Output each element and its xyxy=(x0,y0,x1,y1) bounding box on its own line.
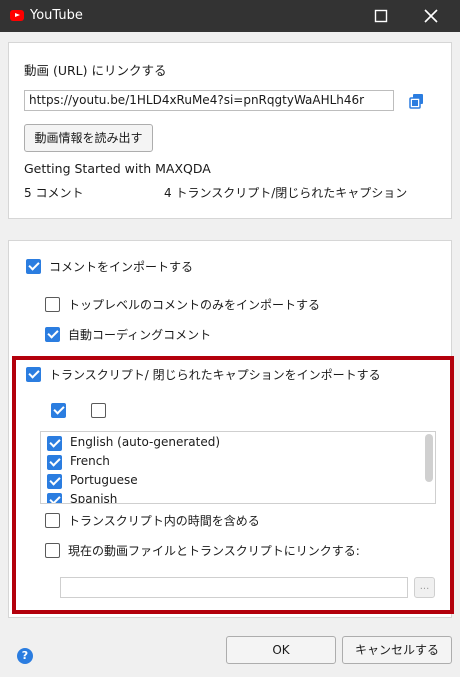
title-bar: YouTube xyxy=(0,0,460,32)
language-name: French xyxy=(70,454,110,468)
help-icon[interactable]: ? xyxy=(17,648,33,664)
read-video-info-button[interactable]: 動画情報を読み出す xyxy=(24,124,153,152)
maximize-button[interactable] xyxy=(358,0,404,32)
import-comments-label: コメントをインポートする xyxy=(49,260,194,274)
close-icon xyxy=(424,9,438,23)
auto-code-label: 自動コーディングコメント xyxy=(68,328,212,342)
include-times-checkbox[interactable] xyxy=(45,513,60,528)
language-name: Spanish xyxy=(70,492,118,504)
auto-code-checkbox[interactable] xyxy=(45,327,60,342)
transcripts-count: 4 トランスクリプト/閉じられたキャプション xyxy=(164,186,408,200)
language-list[interactable]: English (auto-generated) French Portugue… xyxy=(40,431,436,504)
comments-count: 5 コメント xyxy=(24,186,84,200)
select-all-languages-checkbox[interactable] xyxy=(51,403,66,418)
copy-icon[interactable] xyxy=(409,93,425,109)
language-name: English (auto-generated) xyxy=(70,435,221,449)
youtube-logo-icon xyxy=(10,10,24,21)
select-none-languages-checkbox[interactable] xyxy=(91,403,106,418)
language-checkbox[interactable] xyxy=(47,474,62,489)
ok-button[interactable]: OK xyxy=(226,636,336,664)
browse-button[interactable]: ... xyxy=(414,577,435,598)
cancel-button[interactable]: キャンセルする xyxy=(342,636,452,664)
include-times-label: トランスクリプト内の時間を含める xyxy=(68,514,260,528)
url-input[interactable]: https://youtu.be/1HLD4xRuMe4?si=pnRqgtyW… xyxy=(24,90,394,111)
language-checkbox[interactable] xyxy=(47,493,62,503)
import-comments-checkbox[interactable] xyxy=(26,259,41,274)
link-media-checkbox[interactable] xyxy=(45,543,60,558)
import-transcripts-checkbox[interactable] xyxy=(26,367,41,382)
maximize-icon xyxy=(374,9,388,23)
video-title: Getting Started with MAXQDA xyxy=(24,161,211,176)
close-button[interactable] xyxy=(408,0,454,32)
list-scrollbar[interactable] xyxy=(425,434,433,482)
link-path-input[interactable] xyxy=(60,577,408,598)
language-name: Portuguese xyxy=(70,473,138,487)
top-level-only-checkbox[interactable] xyxy=(45,297,60,312)
top-level-only-label: トップレベルのコメントのみをインポートする xyxy=(68,298,321,312)
window-title: YouTube xyxy=(30,8,83,23)
url-label: 動画 (URL) にリンクする xyxy=(24,63,167,78)
language-checkbox[interactable] xyxy=(47,455,62,470)
link-media-label: 現在の動画ファイルとトランスクリプトにリンクする: xyxy=(68,544,360,558)
import-transcripts-label: トランスクリプト/ 閉じられたキャプションをインポートする xyxy=(49,368,381,382)
language-checkbox[interactable] xyxy=(47,436,62,451)
